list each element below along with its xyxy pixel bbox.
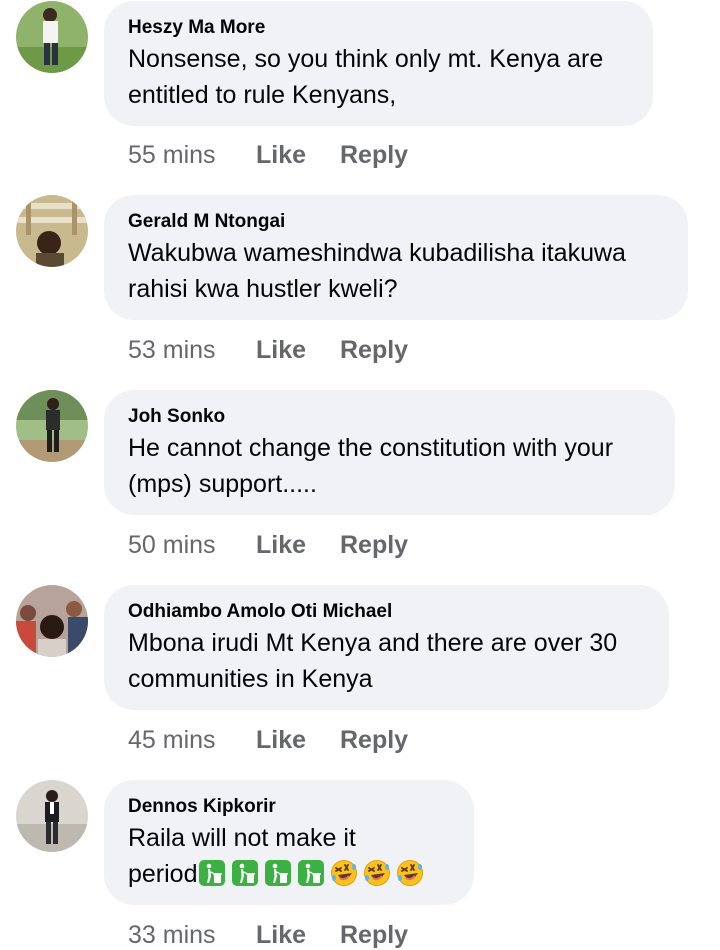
avatar[interactable] [16,1,88,73]
comment-text-fragment: period [128,860,198,888]
comment-text-line: entitled to rule Kenyans, [128,81,397,109]
comment-actions: 45 mins Like Reply [128,725,408,755]
put-litter-in-bin-icon [198,860,225,886]
emoji-row [198,860,429,888]
avatar[interactable] [16,390,88,462]
comment-text-line: rahisi kwa hustler kweli? [128,275,398,303]
comment-text-line: Wakubwa wameshindwa kubadilisha itakuwa [128,239,626,267]
reply-button[interactable]: Reply [340,920,408,950]
comment-timestamp[interactable]: 55 mins [128,140,256,170]
comment-bubble: Gerald M Ntongai Wakubwa wameshindwa kub… [104,195,688,320]
reply-button[interactable]: Reply [340,725,408,755]
comment-text-line: He cannot change the constitution with y… [128,434,614,462]
comment-text-line: Mbona irudi Mt Kenya and there are over … [128,629,618,657]
reply-button[interactable]: Reply [340,530,408,560]
comment-actions: 33 mins Like Reply [128,920,408,950]
like-button[interactable]: Like [256,920,340,950]
comment-actions: 50 mins Like Reply [128,530,408,560]
avatar[interactable] [16,195,88,267]
comment-actions: 53 mins Like Reply [128,335,408,365]
reply-button[interactable]: Reply [340,335,408,365]
comment-author[interactable]: Heszy Ma More [128,15,629,41]
comment-bubble: Heszy Ma More Nonsense, so you think onl… [104,1,653,126]
comment-timestamp[interactable]: 45 mins [128,725,256,755]
put-litter-in-bin-icon [264,860,291,886]
comment-text-line: period [128,857,450,892]
comment-actions: 55 mins Like Reply [128,140,408,170]
rolling-laughing-icon [363,860,390,886]
comment-bubble: Dennos Kipkorir Raila will not make it p… [104,780,474,905]
put-litter-in-bin-icon [297,860,324,886]
comment-text-line: (mps) support..... [128,470,317,498]
avatar[interactable] [16,585,88,657]
avatar[interactable] [16,780,88,852]
comment-timestamp[interactable]: 50 mins [128,530,256,560]
like-button[interactable]: Like [256,140,340,170]
comment-bubble: Odhiambo Amolo Oti Michael Mbona irudi M… [104,585,669,710]
comment-timestamp[interactable]: 53 mins [128,335,256,365]
like-button[interactable]: Like [256,335,340,365]
comment-author[interactable]: Dennos Kipkorir [128,794,450,820]
put-litter-in-bin-icon [231,860,258,886]
comment-author[interactable]: Gerald M Ntongai [128,209,664,235]
comment-text-line: communities in Kenya [128,665,373,693]
comment-text-line: Raila will not make it [128,824,356,852]
like-button[interactable]: Like [256,725,340,755]
rolling-laughing-icon [330,860,357,886]
like-button[interactable]: Like [256,530,340,560]
comment-bubble: Joh Sonko He cannot change the constitut… [104,390,675,515]
comment-text-line: Nonsense, so you think only mt. Kenya ar… [128,45,604,73]
rolling-laughing-icon [396,860,423,886]
comment-timestamp[interactable]: 33 mins [128,920,256,950]
comment-author[interactable]: Odhiambo Amolo Oti Michael [128,599,645,625]
reply-button[interactable]: Reply [340,140,408,170]
comment-author[interactable]: Joh Sonko [128,404,651,430]
